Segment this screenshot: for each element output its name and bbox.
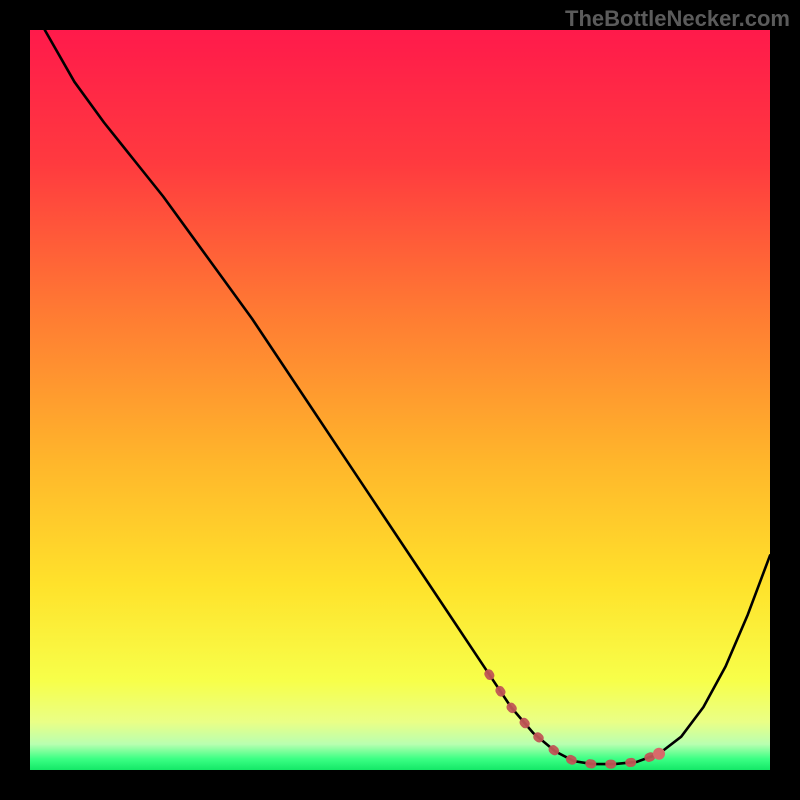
chart-area	[30, 30, 770, 770]
chart-svg	[30, 30, 770, 770]
optimal-point-marker	[653, 748, 665, 760]
watermark-text: TheBottleNecker.com	[565, 6, 790, 32]
gradient-background	[30, 30, 770, 770]
